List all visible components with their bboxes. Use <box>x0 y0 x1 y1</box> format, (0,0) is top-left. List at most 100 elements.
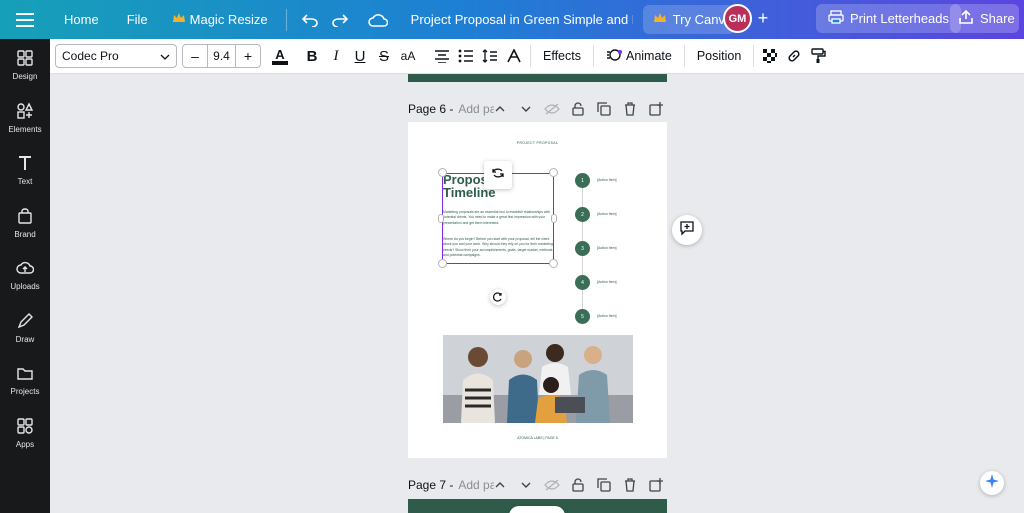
hide-page-icon[interactable] <box>544 477 560 493</box>
effects-button[interactable]: Effects <box>535 43 589 69</box>
editor-canvas[interactable]: Page 6 - Add page title PROJECT PROPOSAL… <box>50 74 1024 513</box>
text-color-button[interactable]: A <box>270 44 290 68</box>
chevron-up-icon <box>532 507 542 513</box>
share-icon <box>958 9 974 27</box>
bulleted-list-icon[interactable] <box>454 44 478 68</box>
position-button[interactable]: Position <box>689 43 749 69</box>
trash-icon[interactable] <box>622 477 638 493</box>
duplicate-page-icon[interactable] <box>596 101 612 117</box>
sidebar-item-elements[interactable]: Elements <box>0 92 50 145</box>
chevron-down-icon[interactable] <box>518 477 534 493</box>
add-comment-button[interactable] <box>672 215 702 245</box>
resize-handle[interactable] <box>438 168 447 177</box>
sidebar-item-apps[interactable]: Apps <box>0 407 50 460</box>
sparkle-icon <box>985 473 999 493</box>
avatar[interactable]: GM <box>723 4 752 33</box>
font-size-input[interactable]: 9.4 <box>207 45 236 67</box>
sidebar-item-label: Uploads <box>10 282 40 292</box>
resize-handle[interactable] <box>438 214 444 223</box>
sidebar-item-brand[interactable]: Brand <box>0 197 50 250</box>
magic-edit-popover[interactable] <box>484 161 512 189</box>
resize-handle[interactable] <box>549 259 558 268</box>
hide-page-icon[interactable] <box>544 101 560 117</box>
print-letterheads-button[interactable]: Print Letterheads <box>816 4 962 33</box>
lock-icon[interactable] <box>570 101 586 117</box>
undo-icon[interactable] <box>295 5 325 35</box>
page-6-title-input[interactable]: Add page title <box>458 102 494 116</box>
menu-icon[interactable] <box>0 12 50 27</box>
resize-handle[interactable] <box>551 214 557 223</box>
previous-page-bottom <box>408 74 667 82</box>
sidebar-item-text[interactable]: Text <box>0 144 50 197</box>
page-6-label-row: Page 6 - Add page title <box>408 99 494 119</box>
sidebar-item-label: Design <box>12 72 38 82</box>
add-page-icon[interactable] <box>648 477 664 493</box>
projects-icon <box>16 364 34 384</box>
sidebar-item-label: Text <box>17 177 33 187</box>
page-6[interactable]: PROJECT PROPOSAL Proposal Timeline Marke… <box>408 122 667 458</box>
sidebar-item-uploads[interactable]: Uploads <box>0 249 50 302</box>
timeline-step-3: 3 <box>575 241 590 256</box>
draw-icon <box>16 312 34 332</box>
decrease-font-size-button[interactable]: – <box>183 45 207 67</box>
sidebar-item-label: Draw <box>15 334 35 344</box>
design-icon <box>16 49 34 69</box>
timeline-step-1: 1 <box>575 173 590 188</box>
paint-format-icon[interactable] <box>806 44 830 68</box>
magic-resize-button[interactable]: Magic Resize <box>162 6 278 33</box>
letter-case-icon[interactable]: aA <box>396 44 420 68</box>
lock-icon[interactable] <box>570 477 586 493</box>
page-footer: ATOMICA LABS | PAGE 6 <box>517 436 558 440</box>
magic-resize-label: Magic Resize <box>189 12 268 27</box>
line-spacing-icon[interactable] <box>478 44 502 68</box>
align-center-icon[interactable] <box>430 44 454 68</box>
italic-icon[interactable]: I <box>324 44 348 68</box>
page-6-controls <box>492 101 664 117</box>
chevron-down-icon[interactable] <box>518 101 534 117</box>
sidebar-item-draw[interactable]: Draw <box>0 302 50 355</box>
assistant-button[interactable] <box>980 471 1004 495</box>
sidebar-item-projects[interactable]: Projects <box>0 354 50 407</box>
page-7-label: Page 7 - <box>408 478 454 492</box>
link-icon[interactable] <box>782 44 806 68</box>
chevron-up-icon[interactable] <box>492 477 508 493</box>
share-button[interactable]: Share <box>950 4 1019 33</box>
sidebar-item-label: Projects <box>10 387 40 397</box>
animate-button[interactable]: Animate <box>598 43 680 69</box>
text-effects-sparkle-icon[interactable] <box>502 44 526 68</box>
toolbar-divider <box>753 45 755 67</box>
font-family-select[interactable]: Codec Pro <box>55 44 177 68</box>
redo-icon[interactable] <box>325 5 355 35</box>
sidebar-item-design[interactable]: Design <box>0 39 50 92</box>
document-title[interactable]: Project Proposal in Green Simple and Min… <box>403 5 633 35</box>
trash-icon[interactable] <box>622 101 638 117</box>
rotate-handle[interactable] <box>490 289 506 305</box>
transparency-icon[interactable] <box>758 44 782 68</box>
increase-font-size-button[interactable]: + <box>236 45 260 67</box>
toolbar-divider <box>530 45 531 67</box>
add-collaborator-icon[interactable]: + <box>754 8 772 28</box>
resize-handle[interactable] <box>438 259 447 268</box>
brand-icon <box>16 207 34 227</box>
share-label: Share <box>980 11 1015 26</box>
team-photo[interactable] <box>443 335 633 423</box>
resize-handle[interactable] <box>549 168 558 177</box>
page-7-title-input[interactable]: Add page title <box>458 478 494 492</box>
duplicate-page-icon[interactable] <box>596 477 612 493</box>
page-7-controls <box>492 477 664 493</box>
timeline-step-5-text: [Action Item] <box>597 314 617 318</box>
bold-icon[interactable]: B <box>300 44 324 68</box>
underline-icon[interactable]: U <box>348 44 372 68</box>
file-menu[interactable]: File <box>113 0 162 39</box>
add-page-icon[interactable] <box>648 101 664 117</box>
strikethrough-icon[interactable]: S <box>372 44 396 68</box>
rewrite-icon <box>491 166 505 184</box>
home-link[interactable]: Home <box>50 0 113 39</box>
try-canva-pro-button[interactable]: Try Canva Pro <box>642 5 735 34</box>
print-letterheads-label: Print Letterheads <box>850 11 950 26</box>
cloud-save-icon[interactable] <box>363 5 393 35</box>
show-pages-button[interactable] <box>509 506 565 513</box>
chevron-up-icon[interactable] <box>492 101 508 117</box>
apps-icon <box>16 417 34 437</box>
text-toolbar: Codec Pro – 9.4 + A B I U S aA Effects A… <box>50 39 1024 74</box>
